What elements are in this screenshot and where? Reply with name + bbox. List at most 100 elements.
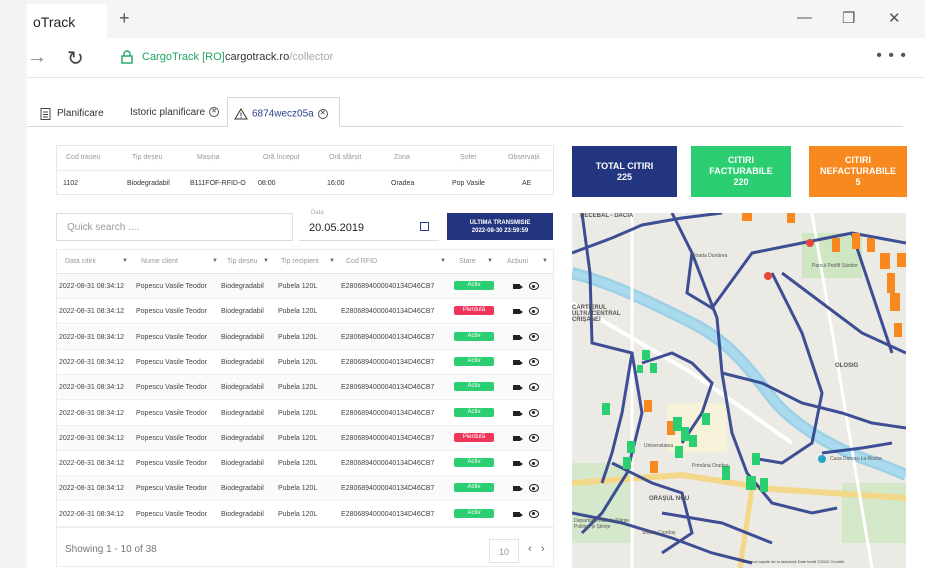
cell-rfid: E2806894000040134D46CB7 — [341, 384, 435, 392]
sort-icon[interactable]: ▼ — [212, 258, 218, 264]
table-row[interactable]: 2022-08-31 08:34:12 Popescu Vasile Teodor… — [57, 350, 553, 375]
eye-icon[interactable] — [529, 282, 539, 290]
tab-route-detail[interactable]: 6874wecz05a ✕ — [227, 97, 340, 127]
camera-icon[interactable] — [513, 334, 523, 340]
last-transmission-button[interactable]: ULTIMA TRANSMISIE 2022-08-30 23:59:59 — [447, 213, 553, 240]
status-badge: Activ — [454, 508, 494, 518]
col-header-container[interactable]: Tip recipient — [281, 258, 319, 265]
info-value: Pop Vasile — [452, 180, 485, 187]
app-window: oTrack + — ❐ ✕ → ↻ CargoTrack [RO] cargo… — [0, 0, 925, 568]
new-tab-button[interactable]: + — [119, 8, 130, 29]
table-row[interactable]: 2022-08-31 08:34:12 Popescu Vasile Teodor… — [57, 401, 553, 426]
cell-date: 2022-08-31 08:34:12 — [59, 308, 124, 316]
tab-istoric-planificare[interactable]: Istoric planificare ✕ — [124, 97, 225, 127]
restore-button[interactable]: ❐ — [842, 9, 855, 27]
table-row[interactable]: 2022-08-31 08:34:12 Popescu Vasile Teodor… — [57, 425, 553, 451]
calendar-icon[interactable] — [420, 222, 429, 231]
reload-button[interactable]: ↻ — [67, 46, 84, 71]
card-label: CITIRI FACTURABILE — [709, 155, 773, 176]
eye-icon[interactable] — [529, 357, 539, 366]
col-header-status[interactable]: Stare — [459, 258, 476, 265]
date-value: 20.05.2019 — [309, 222, 365, 234]
prev-page-button[interactable]: ‹ — [528, 543, 532, 555]
col-header-date[interactable]: Data citirii — [65, 258, 96, 265]
camera-icon[interactable] — [513, 486, 523, 492]
card-value: 5 — [855, 177, 861, 187]
cell-container: Pubela 120L — [278, 308, 318, 316]
table-row[interactable]: 2022-08-31 08:34:12 Popescu Vasile Teodor… — [57, 451, 553, 477]
table-row[interactable]: 2022-08-31 08:34:12 Popescu Vasile Teodor… — [57, 299, 553, 325]
eye-icon[interactable] — [529, 459, 539, 468]
sort-icon[interactable]: ▼ — [329, 258, 335, 264]
table-row[interactable]: 2022-08-31 08:34:12 Popescu Vasile Teodor… — [57, 274, 553, 299]
more-menu-button[interactable]: • • • — [876, 47, 907, 65]
address-bar: → ↻ CargoTrack [RO] cargotrack.ro/collec… — [27, 38, 925, 78]
col-header-client[interactable]: Nume client — [141, 258, 178, 265]
close-tab-icon[interactable]: ✕ — [209, 107, 220, 118]
table-row[interactable]: 2022-08-31 08:34:12 Popescu Vasile Teodor… — [57, 375, 553, 401]
cell-date: 2022-08-31 08:34:12 — [59, 384, 124, 392]
next-page-button[interactable]: › — [541, 543, 545, 555]
route-map[interactable]: DECEBAL - DACIA CARTIERUL ULTRACENTRAL C… — [572, 213, 906, 568]
cell-client: Popescu Vasile Teodor — [136, 460, 207, 468]
forward-button[interactable]: → — [27, 46, 47, 69]
table-row[interactable]: 2022-08-31 08:34:12 Popescu Vasile Teodor… — [57, 502, 553, 527]
close-tab-icon[interactable]: ✕ — [317, 109, 328, 119]
camera-icon[interactable] — [513, 435, 523, 441]
map-attribution[interactable]: Comenzi rapide de la tastatură Date hart… — [742, 559, 844, 564]
minimize-button[interactable]: — — [797, 9, 812, 26]
camera-icon[interactable] — [513, 359, 523, 365]
eye-icon[interactable] — [529, 383, 539, 392]
eye-icon[interactable] — [529, 332, 539, 341]
info-header: Mașina — [197, 154, 220, 161]
cell-date: 2022-08-31 08:34:12 — [59, 409, 124, 417]
eye-icon[interactable] — [529, 509, 539, 518]
sort-icon[interactable]: ▼ — [122, 258, 128, 264]
date-field[interactable]: Data 20.05.2019 — [299, 210, 439, 241]
col-header-actions: Acțiuni — [507, 258, 529, 265]
cell-waste: Biodegradabil — [221, 485, 264, 493]
eye-icon[interactable] — [529, 484, 539, 493]
search-input[interactable]: Quick search .... — [56, 213, 293, 241]
col-header-waste[interactable]: Tip deșeu — [227, 258, 257, 265]
col-header-rfid[interactable]: Cod RFID — [346, 258, 377, 265]
camera-icon[interactable] — [513, 461, 523, 467]
table-row[interactable]: 2022-08-31 08:34:12 Popescu Vasile Teodor… — [57, 324, 553, 350]
camera-icon[interactable] — [513, 511, 523, 517]
eye-icon[interactable] — [529, 433, 539, 442]
card-value: 220 — [733, 177, 749, 187]
site-identity[interactable]: CargoTrack [RO] — [142, 51, 225, 63]
camera-icon[interactable] — [513, 309, 523, 315]
sort-icon[interactable]: ▼ — [542, 258, 548, 264]
browser-tab-bar: oTrack + — ❐ ✕ — [27, 0, 925, 38]
cell-date: 2022-08-31 08:34:12 — [59, 283, 124, 290]
sort-icon[interactable]: ▼ — [487, 258, 493, 264]
tab-istoric-label: Istoric planificare — [130, 107, 206, 118]
url-field[interactable]: cargotrack.ro/collector — [225, 51, 333, 63]
cell-container: Pubela 120L — [278, 333, 318, 341]
eye-icon[interactable] — [529, 408, 539, 417]
close-window-button[interactable]: ✕ — [888, 9, 901, 27]
cell-rfid: E2806894000040134D46CB7 — [341, 308, 435, 316]
cell-rfid: E2806894000040134D46CB7 — [341, 434, 435, 442]
cell-container: Pubela 120L — [278, 460, 318, 468]
map-label: Primăria Oradea — [692, 463, 729, 469]
sort-icon[interactable]: ▼ — [440, 258, 446, 264]
cell-container: Pubela 120L — [278, 510, 318, 518]
info-value: B111FOF-RFID-O — [190, 180, 246, 187]
cell-rfid: E2806894000040134D46CB7 — [341, 358, 435, 366]
transmission-label: ULTIMA TRANSMISIE — [469, 220, 531, 226]
billable-readings-card: CITIRI FACTURABILE 220 — [691, 146, 791, 197]
table-row[interactable]: 2022-08-31 08:34:12 Popescu Vasile Teodor… — [57, 476, 553, 502]
tab-planificare[interactable]: Planificare — [32, 97, 110, 127]
camera-icon[interactable] — [513, 284, 523, 289]
cell-date: 2022-08-31 08:34:12 — [59, 434, 124, 442]
page-size-select[interactable]: 10 — [489, 539, 519, 563]
sort-icon[interactable]: ▼ — [263, 258, 269, 264]
map-label: Strada Dunărea — [692, 253, 728, 259]
browser-tab[interactable]: oTrack — [27, 4, 107, 38]
cell-waste: Biodegradabil — [221, 384, 264, 392]
camera-icon[interactable] — [513, 385, 523, 391]
eye-icon[interactable] — [529, 307, 539, 316]
camera-icon[interactable] — [513, 410, 523, 416]
